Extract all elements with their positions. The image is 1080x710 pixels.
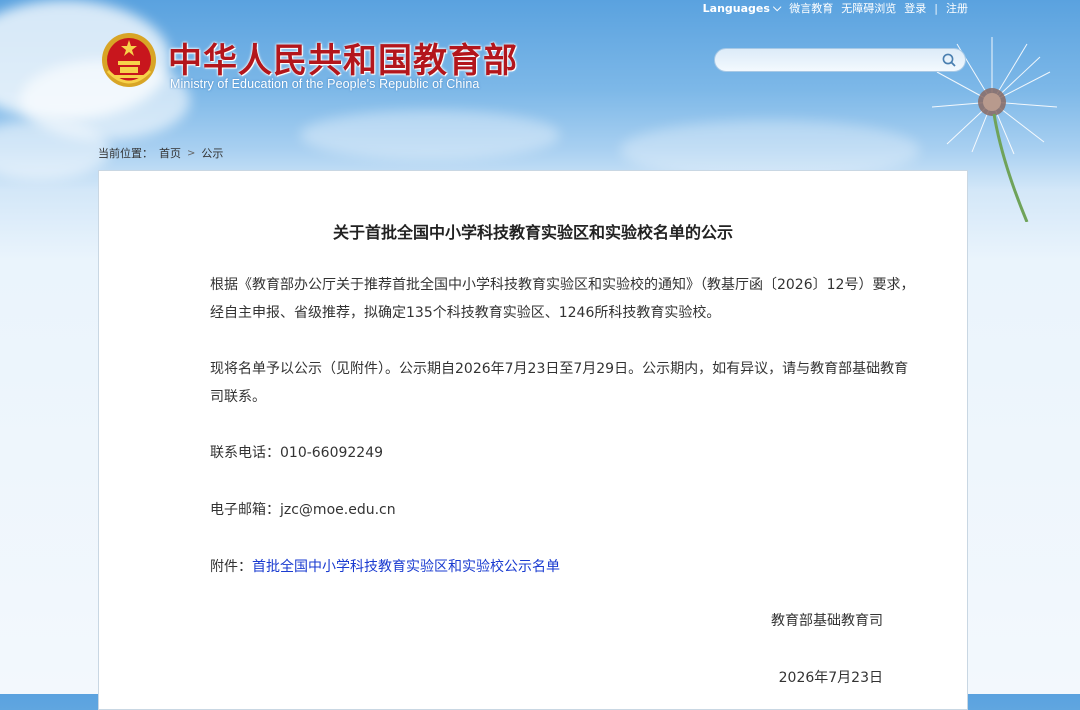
email-label: 电子邮箱： <box>210 502 280 518</box>
article-title: 关于首批全国中小学科技教育实验区和实验校名单的公示 <box>332 223 733 242</box>
chevron-right-icon: > <box>187 147 196 159</box>
contact-email: 电子邮箱：jzc@moe.edu.cn <box>182 496 920 524</box>
article-paragraph: 现将名单予以公示（见附件）。公示期自2026年7月23日至7月29日。公示期内，… <box>210 361 909 405</box>
breadcrumb-home-link[interactable]: 首页 <box>159 145 181 161</box>
attachment-link[interactable]: 首批全国中小学科技教育实验区和实验校公示名单 <box>252 559 560 575</box>
top-utility-bar: Languages ⌵ 微言教育 无障碍浏览 登录 | 注册 <box>703 0 968 16</box>
attachment-label: 附件： <box>210 559 252 575</box>
search-box <box>714 48 966 72</box>
accessibility-link[interactable]: 无障碍浏览 <box>841 0 896 16</box>
login-link[interactable]: 登录 <box>904 0 926 16</box>
languages-label: Languages <box>702 1 770 15</box>
breadcrumb-prefix: 当前位置： <box>98 147 153 160</box>
languages-menu[interactable]: Languages ⌵ <box>703 1 782 15</box>
register-link[interactable]: 注册 <box>946 0 968 16</box>
article-card: 关于首批全国中小学科技教育实验区和实验校名单的公示 根据《教育部办公厅关于推荐首… <box>98 170 968 710</box>
publish-date: 2026年7月23日 <box>778 670 883 686</box>
phone-label: 联系电话： <box>210 445 280 461</box>
chevron-down-icon: ⌵ <box>772 1 782 14</box>
breadcrumb-current[interactable]: 公示 <box>201 145 223 161</box>
site-title-cn[interactable]: 中华人民共和国教育部 <box>168 33 518 82</box>
breadcrumb: 当前位置： 首页 > 公示 <box>98 145 223 161</box>
attachment-row: 附件：首批全国中小学科技教育实验区和实验校公示名单 <box>182 553 920 581</box>
search-input[interactable] <box>725 52 939 70</box>
article-paragraph: 根据《教育部办公厅关于推荐首批全国中小学科技教育实验区和实验校的通知》（教基厅函… <box>210 277 915 321</box>
divider: | <box>934 1 938 15</box>
phone-value: 010-66092249 <box>280 445 384 461</box>
signature: 教育部基础教育司 <box>771 613 883 629</box>
search-icon[interactable] <box>941 52 957 68</box>
email-value: jzc@moe.edu.cn <box>280 502 396 518</box>
contact-phone: 联系电话：010-66092249 <box>182 439 920 467</box>
weibo-link[interactable]: 微言教育 <box>789 0 833 16</box>
sky-cloud <box>300 110 560 160</box>
national-emblem-icon[interactable] <box>100 31 158 91</box>
site-title-en: Ministry of Education of the People's Re… <box>170 77 480 91</box>
